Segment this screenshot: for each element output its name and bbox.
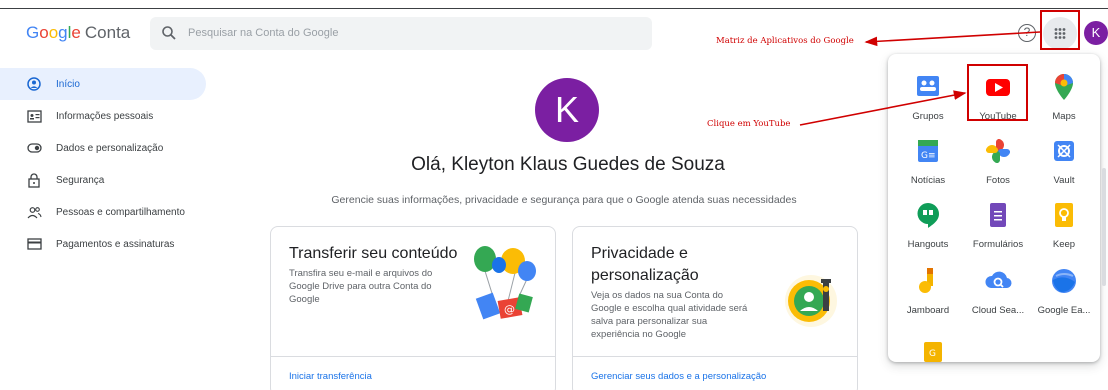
arrow-to-apps-matrix-label xyxy=(864,31,1041,47)
page: Google Conta Pesquisar na Conta do Google… xyxy=(0,0,1108,390)
arrow-to-youtube xyxy=(799,90,967,126)
annotation-arrows xyxy=(799,31,1041,126)
